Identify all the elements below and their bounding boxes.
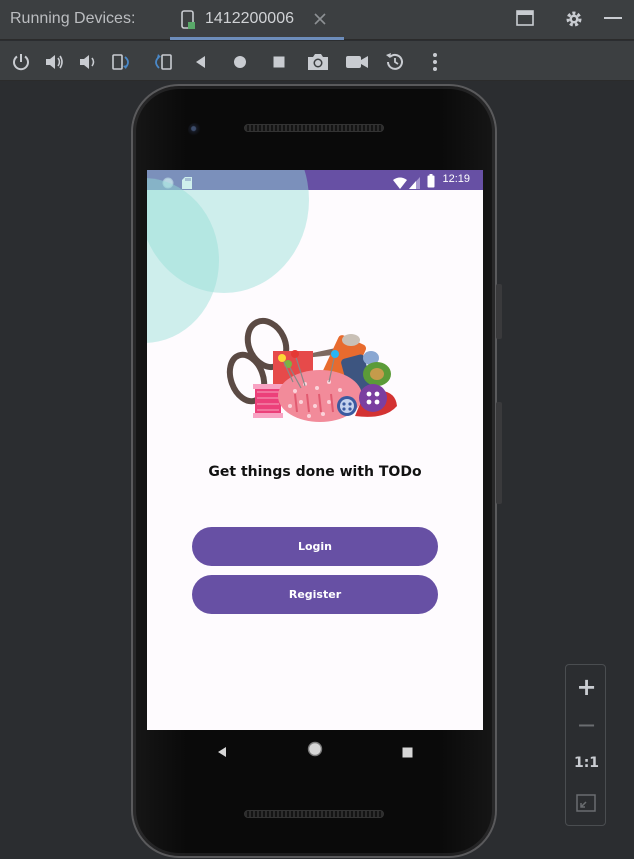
device-tab-label: 1412200006 (205, 10, 294, 27)
nav-back-icon[interactable] (216, 743, 228, 762)
tool-window-title: Running Devices: (10, 10, 136, 27)
back-icon[interactable] (190, 51, 212, 73)
snapshot-icon[interactable] (384, 51, 406, 73)
actual-size-button[interactable]: 1:1 (566, 755, 607, 771)
zoom-out-button[interactable]: − (566, 711, 607, 739)
gear-icon[interactable] (563, 8, 585, 34)
power-side-button (496, 284, 502, 339)
screen-record-icon[interactable] (345, 51, 368, 73)
device-toolbar (0, 41, 634, 81)
zoom-in-button[interactable]: + (566, 673, 607, 701)
register-button[interactable]: Register (192, 575, 438, 614)
battery-icon (427, 173, 435, 192)
welcome-headline: Get things done with TODo (208, 464, 422, 480)
rotate-left-icon[interactable] (111, 51, 133, 73)
power-icon[interactable] (10, 51, 32, 73)
device-phone-icon (180, 10, 196, 34)
minimize-icon[interactable] (603, 8, 623, 32)
device-screen[interactable]: 12:19 Get things done with TODo Login Re… (147, 170, 483, 730)
overview-icon[interactable] (268, 51, 290, 73)
front-camera (188, 123, 202, 137)
bottom-speaker-grille (244, 810, 384, 818)
status-time: 12:19 (442, 173, 470, 185)
zoom-panel: + − 1:1 (565, 664, 606, 826)
screenshot-icon[interactable] (306, 51, 328, 73)
volume-down-icon[interactable] (77, 51, 99, 73)
fit-screen-icon[interactable] (576, 794, 596, 816)
volume-up-icon[interactable] (43, 51, 65, 73)
nav-home-icon[interactable] (307, 741, 323, 761)
tool-window-header: Running Devices: 1412200006 (0, 0, 634, 40)
cell-signal-icon (409, 174, 420, 193)
login-button[interactable]: Login (192, 527, 438, 566)
volume-side-button (496, 402, 502, 504)
home-icon[interactable] (229, 51, 251, 73)
top-speaker-grille (244, 124, 384, 132)
device-tab[interactable]: 1412200006 (170, 0, 344, 40)
wifi-icon (393, 174, 407, 193)
nav-overview-icon[interactable] (402, 743, 413, 762)
more-icon[interactable] (424, 51, 446, 73)
close-tab-icon[interactable] (313, 11, 327, 30)
sewing-supplies-illustration (225, 316, 405, 430)
layout-window-icon[interactable] (515, 8, 535, 32)
rotate-right-icon[interactable] (151, 51, 173, 73)
